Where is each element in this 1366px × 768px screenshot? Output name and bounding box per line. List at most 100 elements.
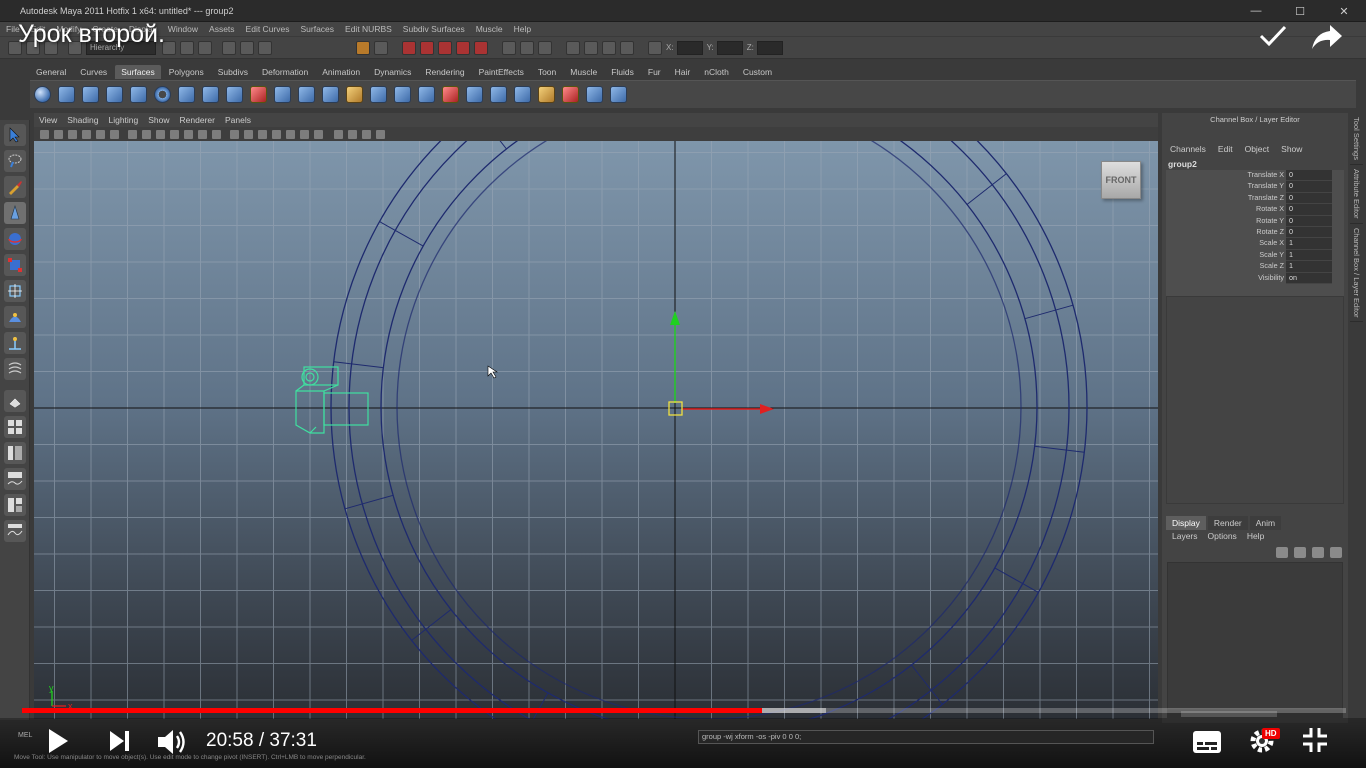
viewport-menu-renderer[interactable]: Renderer bbox=[180, 115, 215, 125]
menu-window[interactable]: Window bbox=[168, 24, 198, 34]
planar-icon[interactable] bbox=[226, 86, 243, 103]
all-lights-icon[interactable] bbox=[300, 129, 309, 139]
high-quality-icon[interactable] bbox=[362, 129, 371, 139]
boundary-icon[interactable] bbox=[298, 86, 315, 103]
layer-move-down-icon[interactable] bbox=[1330, 547, 1342, 558]
video-progress-bar[interactable] bbox=[22, 708, 1346, 713]
untrim-icon[interactable] bbox=[466, 86, 483, 103]
command-line-result[interactable]: group -wj xform -os -piv 0 0 0; bbox=[698, 730, 1154, 744]
z-transform-field[interactable] bbox=[756, 40, 783, 55]
default-lighting-icon[interactable] bbox=[286, 129, 295, 139]
show-manipulator-button[interactable] bbox=[4, 332, 26, 354]
lock-selection-icon[interactable] bbox=[356, 40, 370, 55]
shelf-tab-general[interactable]: General bbox=[30, 65, 72, 79]
layer-tab-display[interactable]: Display bbox=[1166, 516, 1206, 530]
select-camera-icon[interactable] bbox=[40, 129, 49, 139]
shelf-tab-fur[interactable]: Fur bbox=[642, 65, 667, 79]
mask-handles-icon[interactable] bbox=[222, 40, 236, 55]
film-gate-icon[interactable] bbox=[142, 129, 151, 139]
render-current-frame-icon[interactable] bbox=[584, 40, 598, 55]
construction-history-icon[interactable] bbox=[538, 40, 552, 55]
safe-action-icon[interactable] bbox=[198, 129, 207, 139]
channel-row[interactable]: Translate X0 bbox=[1166, 170, 1344, 182]
shadows-icon[interactable] bbox=[314, 129, 323, 139]
image-plane-icon[interactable] bbox=[82, 129, 91, 139]
shelf-tab-fluids[interactable]: Fluids bbox=[605, 65, 640, 79]
viewport-scene[interactable]: y x bbox=[34, 141, 1158, 719]
channel-box-menu-object[interactable]: Object bbox=[1245, 144, 1270, 154]
channel-value-field[interactable]: 0 bbox=[1286, 215, 1332, 227]
shelf-tab-hair[interactable]: Hair bbox=[669, 65, 697, 79]
bevel-icon[interactable] bbox=[346, 86, 363, 103]
project-curve-icon[interactable] bbox=[394, 86, 411, 103]
grease-pencil-icon[interactable] bbox=[110, 129, 119, 139]
shelf-tab-rendering[interactable]: Rendering bbox=[419, 65, 470, 79]
viewport-menu-show[interactable]: Show bbox=[148, 115, 169, 125]
shelf-tab-curves[interactable]: Curves bbox=[74, 65, 113, 79]
square-surface-icon[interactable] bbox=[322, 86, 339, 103]
mask-curves-icon[interactable] bbox=[258, 40, 272, 55]
render-settings-icon[interactable] bbox=[620, 40, 634, 55]
shelf-tab-toon[interactable]: Toon bbox=[532, 65, 562, 79]
gate-mask-icon[interactable] bbox=[170, 129, 179, 139]
shelf-tab-polygons[interactable]: Polygons bbox=[163, 65, 210, 79]
side-tab-attribute-editor[interactable]: Attribute Editor bbox=[1350, 165, 1363, 224]
new-layer-icon[interactable] bbox=[1276, 547, 1288, 558]
channel-value-field[interactable]: 1 bbox=[1286, 261, 1332, 273]
menu-subdiv-surfaces[interactable]: Subdiv Surfaces bbox=[403, 24, 465, 34]
trim-tool-icon[interactable] bbox=[442, 86, 459, 103]
input-ops-icon[interactable] bbox=[502, 40, 516, 55]
field-chart-icon[interactable] bbox=[184, 129, 193, 139]
channel-row[interactable]: Scale Z1 bbox=[1166, 261, 1344, 273]
smooth-shade-icon[interactable] bbox=[244, 129, 253, 139]
safe-title-icon[interactable] bbox=[212, 129, 221, 139]
layer-tab-anim[interactable]: Anim bbox=[1249, 516, 1282, 530]
2d-pan-zoom-icon[interactable] bbox=[96, 129, 105, 139]
layer-list[interactable] bbox=[1167, 562, 1343, 710]
extrude-icon[interactable] bbox=[250, 86, 267, 103]
shelf-tab-animation[interactable]: Animation bbox=[316, 65, 366, 79]
channel-value-field[interactable]: on bbox=[1286, 272, 1332, 284]
play-icon[interactable] bbox=[46, 727, 70, 755]
viewport-menu-lighting[interactable]: Lighting bbox=[108, 115, 138, 125]
persp-graph-layout-button[interactable] bbox=[4, 468, 26, 490]
exit-fullscreen-icon[interactable] bbox=[1302, 727, 1328, 753]
loft-icon[interactable] bbox=[202, 86, 219, 103]
revolve-icon[interactable] bbox=[178, 86, 195, 103]
menu-muscle[interactable]: Muscle bbox=[476, 24, 503, 34]
channel-row[interactable]: Visibility on bbox=[1166, 272, 1344, 284]
universal-manipulator-button[interactable] bbox=[4, 280, 26, 302]
shelf-tab-subdivs[interactable]: Subdivs bbox=[212, 65, 254, 79]
wireframe-on-shaded-icon[interactable] bbox=[258, 129, 267, 139]
insert-isoparms-icon[interactable] bbox=[562, 86, 579, 103]
nurbs-torus-icon[interactable] bbox=[154, 86, 171, 103]
shelf-tab-deformation[interactable]: Deformation bbox=[256, 65, 314, 79]
shelf-tab-ncloth[interactable]: nCloth bbox=[698, 65, 735, 79]
minimize-button[interactable]: — bbox=[1234, 0, 1278, 22]
rotate-tool-button[interactable] bbox=[4, 228, 26, 250]
open-close-surfaces-icon[interactable] bbox=[538, 86, 555, 103]
layer-menu-help[interactable]: Help bbox=[1247, 531, 1264, 541]
layer-menu-options[interactable]: Options bbox=[1208, 531, 1237, 541]
channel-row[interactable]: Translate Y0 bbox=[1166, 181, 1344, 193]
channel-row[interactable]: Scale Y1 bbox=[1166, 249, 1344, 262]
volume-icon[interactable] bbox=[156, 727, 190, 757]
four-view-layout-button[interactable] bbox=[4, 416, 26, 438]
side-tab-tool-settings[interactable]: Tool Settings bbox=[1350, 113, 1363, 165]
last-tool-button[interactable] bbox=[4, 358, 26, 380]
detach-surfaces-icon[interactable] bbox=[514, 86, 531, 103]
snap-grid-icon[interactable] bbox=[402, 40, 416, 55]
layer-menu-layers[interactable]: Layers bbox=[1172, 531, 1198, 541]
shelf-tab-muscle[interactable]: Muscle bbox=[564, 65, 603, 79]
move-tool-button[interactable] bbox=[4, 202, 26, 224]
channel-row[interactable]: Scale X1 bbox=[1166, 238, 1344, 250]
move-manipulator-x-arrow[interactable] bbox=[760, 404, 774, 414]
ipr-render-icon[interactable] bbox=[602, 40, 616, 55]
bookmarks-icon[interactable] bbox=[68, 129, 77, 139]
render-view-icon[interactable] bbox=[566, 40, 580, 55]
next-video-icon[interactable] bbox=[108, 727, 132, 755]
channel-box-menu-edit[interactable]: Edit bbox=[1218, 144, 1233, 154]
extend-surfaces-icon[interactable] bbox=[586, 86, 603, 103]
channel-box-object-name[interactable]: group2 bbox=[1168, 159, 1348, 169]
share-icon[interactable] bbox=[1310, 22, 1344, 52]
